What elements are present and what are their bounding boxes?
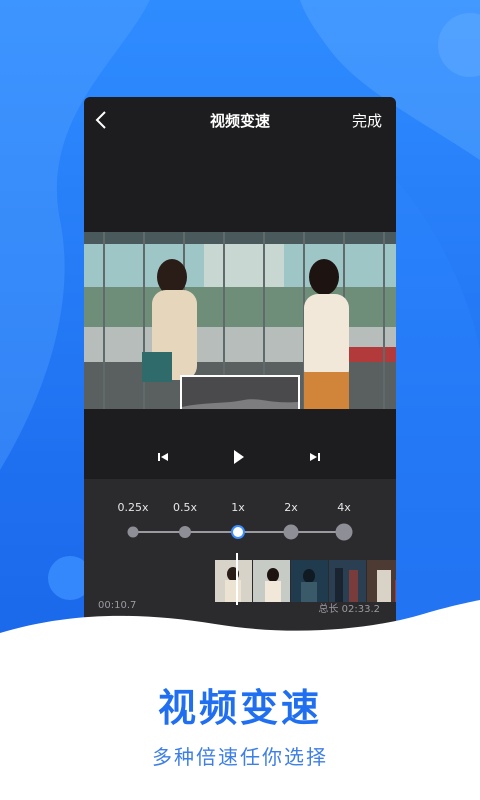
promo-subline: 多种倍速任你选择 [152,745,328,769]
promo-headline: 视频变速 [157,686,322,730]
